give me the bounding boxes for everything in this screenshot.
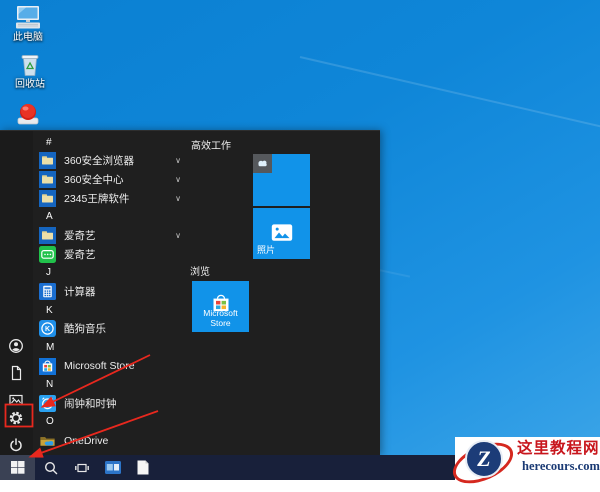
- app-row-alarms-clock[interactable]: 闹钟和时钟: [33, 394, 190, 413]
- taskbar-photos-app-button[interactable]: [98, 455, 128, 480]
- pictures-icon: [9, 394, 23, 406]
- document-icon: [137, 460, 149, 475]
- chevron-down-icon[interactable]: ∨: [175, 231, 181, 240]
- folder-icon: [39, 189, 56, 207]
- power-button[interactable]: [8, 437, 24, 453]
- section-letter: #: [46, 136, 52, 148]
- task-view-icon: [75, 463, 89, 472]
- folder-icon: [39, 227, 56, 245]
- start-menu: # 360安全浏览器 ∨ 360安全中心 ∨ 2345王牌软件 ∨ A 爱奇艺 …: [0, 130, 380, 456]
- onedrive-icon: [40, 437, 55, 446]
- taskbar-document-app-button[interactable]: [128, 455, 158, 480]
- app-row-iqiyi-folder[interactable]: 爱奇艺 ∨: [33, 226, 190, 245]
- app-list-section-n[interactable]: N: [33, 375, 190, 394]
- app-label: Microsoft Store: [64, 360, 135, 372]
- tile-label: Microsoft Store: [203, 308, 238, 328]
- app-label: 酷狗音乐: [64, 323, 106, 336]
- store-icon: [39, 357, 56, 375]
- app-row-360-center[interactable]: 360安全中心 ∨: [33, 170, 190, 189]
- folder-icon: [39, 152, 56, 170]
- task-view-button[interactable]: [67, 455, 97, 480]
- recycle-bin-icon: [21, 55, 39, 76]
- watermark-text: 这里教程网 herecours.com: [517, 439, 600, 474]
- section-letter: A: [46, 211, 53, 223]
- start-menu-tiles: 高效工作 照片 浏览 Microsoft Store: [190, 131, 380, 456]
- watermark-logo-letter: Z: [477, 446, 491, 471]
- app-label: OneDrive: [64, 434, 109, 447]
- app-list-section-hash[interactable]: #: [33, 133, 190, 152]
- documents-button[interactable]: [8, 365, 24, 381]
- section-letter: O: [46, 416, 54, 428]
- chevron-down-icon[interactable]: ∨: [175, 175, 181, 184]
- tile-photos[interactable]: 照片: [253, 208, 310, 259]
- tile-group-header: 浏览: [190, 267, 210, 278]
- app-list-section-o[interactable]: O: [33, 413, 190, 432]
- start-menu-rail: [0, 131, 33, 456]
- folder-icon: [39, 171, 56, 189]
- taskbar-search-button[interactable]: [36, 455, 66, 480]
- app-row-iqiyi[interactable]: 爱奇艺: [33, 245, 190, 264]
- watermark: Z 这里教程网 herecours.com: [446, 434, 600, 492]
- start-button[interactable]: [0, 455, 35, 480]
- search-icon: [44, 461, 58, 474]
- section-letter: N: [46, 379, 54, 391]
- section-letter: J: [46, 267, 51, 279]
- windows-logo-icon: [10, 461, 24, 474]
- desktop-icon-label: 此电脑: [13, 32, 43, 43]
- this-pc-icon: [16, 6, 40, 29]
- start-menu-app-list: # 360安全浏览器 ∨ 360安全中心 ∨ 2345王牌软件 ∨ A 爱奇艺 …: [33, 133, 190, 450]
- account-button[interactable]: [8, 338, 24, 354]
- tile-microsoft-store[interactable]: Microsoft Store: [192, 281, 249, 332]
- gear-icon: [9, 411, 23, 425]
- app-label: 爱奇艺: [64, 248, 96, 261]
- app-label: 360安全浏览器: [64, 155, 135, 168]
- clock-icon: [39, 394, 56, 412]
- documents-icon: [11, 365, 22, 381]
- pictures-button[interactable]: [8, 392, 24, 408]
- account-icon: [9, 339, 23, 353]
- chevron-down-icon[interactable]: ∨: [175, 194, 181, 203]
- app-row-onedrive[interactable]: OneDrive: [33, 431, 190, 450]
- watermark-logo: Z: [465, 440, 503, 478]
- wallpaper-beam: [299, 56, 600, 135]
- calculator-icon: [39, 282, 56, 300]
- kugou-icon: K: [39, 320, 56, 338]
- desktop-icon-label: 回收站: [15, 79, 45, 90]
- app-label: 2345王牌软件: [64, 192, 130, 205]
- photos-icon: [271, 223, 292, 241]
- tile-group-header: 高效工作: [191, 141, 231, 152]
- chevron-down-icon[interactable]: ∨: [175, 156, 181, 165]
- app-list-section-k[interactable]: K: [33, 301, 190, 320]
- app-label: 闹钟和时钟: [64, 397, 117, 410]
- app-label: 360安全中心: [64, 174, 124, 187]
- tile-label: 照片: [257, 245, 276, 255]
- watermark-site-domain: herecours.com: [522, 459, 600, 473]
- section-letter: K: [46, 304, 53, 316]
- cloud-icon: [253, 154, 272, 173]
- red-button-icon: [17, 104, 39, 125]
- iqiyi-icon: [39, 245, 56, 263]
- app-list-section-m[interactable]: M: [33, 338, 190, 357]
- app-list-section-a[interactable]: A: [33, 208, 190, 227]
- app-label: 计算器: [64, 285, 96, 298]
- app-row-calculator[interactable]: 计算器: [33, 282, 190, 301]
- section-letter: M: [46, 341, 55, 353]
- desktop-icon-this-pc[interactable]: 此电脑: [0, 5, 56, 44]
- app-label: 爱奇艺: [64, 230, 96, 243]
- app-row-360-browser[interactable]: 360安全浏览器 ∨: [33, 152, 190, 171]
- power-icon: [10, 438, 22, 452]
- svg-text:K: K: [45, 326, 50, 333]
- photos-app-icon: [105, 461, 121, 474]
- desktop-icon-recycle-bin[interactable]: 回收站: [2, 50, 58, 91]
- app-row-2345[interactable]: 2345王牌软件 ∨: [33, 189, 190, 208]
- app-row-microsoft-store[interactable]: Microsoft Store: [33, 357, 190, 376]
- watermark-site-name: 这里教程网: [517, 440, 600, 457]
- tile-cloud-app[interactable]: [253, 154, 310, 206]
- desktop-icon-red-button[interactable]: [0, 102, 56, 127]
- app-row-kugou[interactable]: K 酷狗音乐: [33, 319, 190, 338]
- app-list-section-j[interactable]: J: [33, 263, 190, 282]
- settings-button[interactable]: [8, 410, 24, 426]
